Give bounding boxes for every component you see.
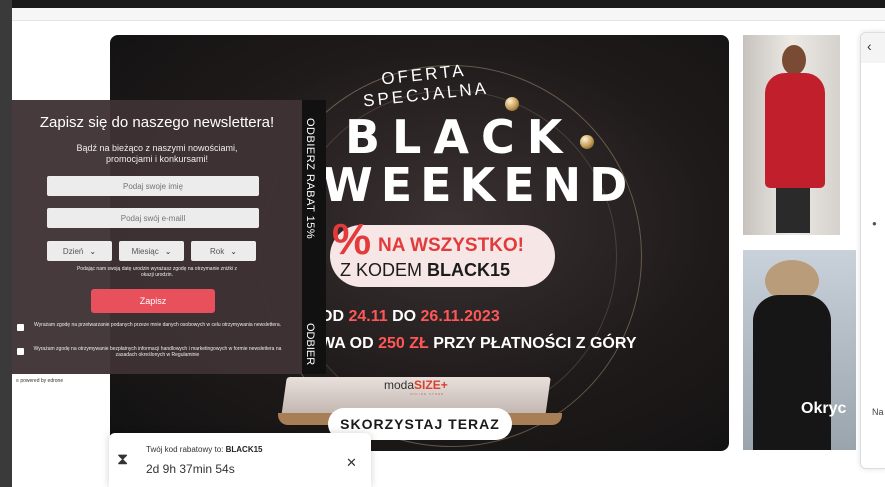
discount-timer: ⧗ Twój kod rabatowy to: BLACK15 2d 9h 37… [109, 433, 371, 487]
hourglass-icon: ⧗ [117, 451, 129, 468]
discount-code: BLACK15 [225, 445, 263, 454]
year-select[interactable]: Rok ⌄ [191, 241, 256, 261]
discount-code-prefix: Twój kod rabatowy to: [146, 445, 224, 454]
promo-code: BLACK15 [427, 260, 511, 280]
discount-code-label: Twój kod rabatowy to: BLACK15 [146, 445, 263, 454]
birthday-note: Podając nam swoją datę urodzin wyrażasz … [76, 266, 238, 278]
consent-checkbox-marketing[interactable] [17, 348, 24, 355]
back-arrow-icon[interactable]: ‹ [867, 38, 872, 54]
top-navigation [12, 0, 885, 8]
product-tile-dress[interactable] [743, 35, 840, 235]
side-panel[interactable]: ‹ ● Na [860, 32, 885, 469]
newsletter-title: Zapisz się do naszego newslettera! [39, 114, 275, 131]
discount-tab-text-cut: ODBIER [304, 323, 316, 366]
subscribe-button[interactable]: Zapisz [91, 289, 215, 313]
model-legs [776, 188, 810, 233]
menu-icon: ≡ [16, 378, 19, 384]
header-strip [12, 8, 885, 21]
gold-ornament [580, 135, 594, 149]
side-panel-header [861, 33, 885, 63]
promo-code-prefix: Z KODEM [340, 260, 423, 280]
discount-text: NA WSZYSTKO! [378, 235, 525, 256]
powered-by-text: powered by edrone [20, 378, 64, 384]
black-jacket [753, 295, 831, 450]
name-input[interactable] [47, 176, 259, 196]
countdown: 2d 9h 37min 54s [146, 462, 235, 476]
dates-mid: DO [392, 308, 417, 325]
close-icon[interactable]: ✕ [346, 455, 357, 471]
newsletter-subtitle: Bądź na bieżąco z naszymi nowościami, pr… [76, 143, 238, 164]
date-to: 26.11.2023 [420, 308, 500, 325]
month-select-label: Miesiąc [131, 246, 159, 256]
chevron-down-icon: ⌄ [89, 246, 97, 256]
condition-suffix: PRZY PŁATNOŚCI Z GÓRY [433, 335, 637, 352]
day-select[interactable]: Dzień ⌄ [47, 241, 112, 261]
month-select[interactable]: Miesiąc ⌄ [119, 241, 184, 261]
consent-text-data: Wyrażam zgodę na przetwarzanie podanych … [33, 322, 282, 328]
consent-text-marketing: Wyrażam zgodę na otrzymywanie bezpłatnyc… [33, 346, 282, 358]
brand-sub: ONLINE STORE [410, 392, 445, 396]
brand-main: SIZE+ [414, 378, 448, 392]
chevron-down-icon: ⌄ [230, 246, 237, 256]
discount-tab-text: ODBIERZ RABAT 15% [304, 118, 316, 240]
promo-condition: WA OD 250 ZŁ PRZY PŁATNOŚCI Z GÓRY [320, 335, 637, 353]
banner-title-weekend: WEEKEND [322, 158, 636, 212]
user-icon: ● [872, 219, 877, 228]
model-head [782, 45, 806, 75]
year-select-label: Rok [210, 246, 225, 256]
promo-dates: OD 24.11 DO 26.11.2023 [320, 308, 500, 326]
percent-sign: % [332, 215, 372, 264]
condition-amount: 250 ZŁ [378, 335, 429, 352]
gold-ornament [505, 97, 519, 111]
newsletter-popup: Zapisz się do naszego newslettera! Bądź … [12, 100, 302, 374]
page: OFERTA SPECJALNA BLACK WEEKEND % NA WSZY… [12, 0, 885, 487]
brand-logo: modaSIZE+ [384, 378, 448, 392]
discount-side-tab[interactable]: ODBIERZ RABAT 15% ODBIER [302, 100, 326, 374]
consent-checkbox-data[interactable] [17, 324, 24, 331]
date-from: 24.11 [348, 308, 388, 325]
email-input[interactable] [47, 208, 259, 228]
banner-title-black: BLACK [345, 110, 575, 164]
powered-by-edrone[interactable]: ≡ powered by edrone [16, 378, 63, 384]
product-tile-jacket[interactable]: Okryc [743, 250, 856, 450]
chevron-down-icon: ⌄ [164, 246, 172, 256]
red-dress [765, 73, 825, 188]
promo-code-line: Z KODEM BLACK15 [340, 260, 510, 281]
day-select-label: Dzień [62, 246, 84, 256]
side-panel-text: Na [872, 407, 884, 417]
condition-prefix: WA OD [320, 335, 374, 352]
brand-prefix: moda [384, 378, 415, 392]
category-title: Okryc [801, 400, 847, 417]
